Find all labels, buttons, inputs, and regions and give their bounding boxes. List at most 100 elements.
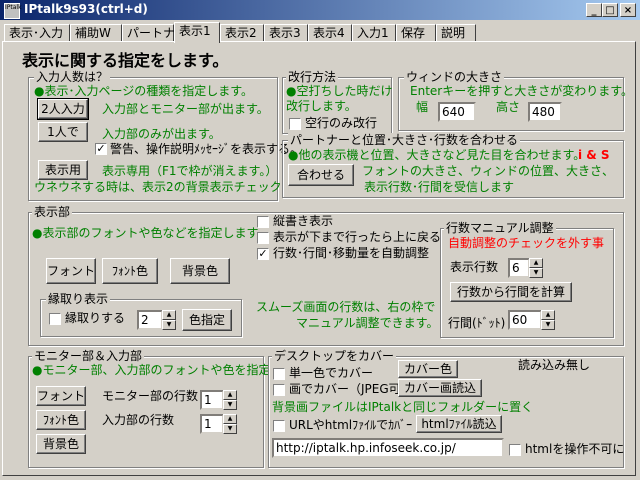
calc-spacing-button[interactable]: 行数から行間を計算 [450,282,572,302]
window-size-desc: Enterキーを押すと大きさが変わります。 [410,84,634,98]
input-lines-spinner[interactable]: ▲ ▼ [223,414,237,434]
display-font-color-button[interactable]: ﾌｫﾝﾄ色 [102,258,158,284]
tab-save[interactable]: 保存 [396,24,436,42]
desktop-cover-title: デスクトップをカバー [272,349,397,363]
two-input-button[interactable]: 2人入力 [37,98,89,120]
spacing-label: 行間(ﾄﾞｯﾄ) [448,316,506,330]
input-lines-input[interactable] [200,414,224,434]
page-title: 表示に関する指定をします。 [22,51,229,70]
wrap-top-checkbox[interactable] [257,232,269,244]
bg-file-note: 背景画ファイルはIPtalkと同じフォルダーに置く [272,400,534,414]
blank-line-checkbox[interactable] [289,118,301,130]
width-input[interactable] [438,102,476,122]
maximize-button[interactable]: □ [602,3,618,17]
close-button[interactable]: × [620,3,636,17]
tab-strip: 表示･入力 補助W パートナー 表示1 表示2 表示3 表示4 入力1 保存 説… [2,22,638,43]
outline-title: 縁取り表示 [46,292,111,306]
title-bar: IPtalk IPtalk9s93(ctrl+d) _ □ × [0,0,640,20]
tab-display2[interactable]: 表示2 [220,24,264,42]
display-only-button[interactable]: 表示用 [38,160,88,180]
monitor-font-button[interactable]: フォント [36,386,86,406]
mono-cover-label: 単一色でカバー [289,366,374,380]
html-file-load-button[interactable]: htmlﾌｧｲﾙ読込 [416,415,502,433]
partner-desc: ●他の表示機と位置、大きさなど見た目を合わせます。 [288,148,586,162]
mono-cover-checkbox[interactable] [273,368,285,380]
display-only-desc: 表示専用（F1で枠が消えます。） [102,164,278,178]
wrap-method-title: 改行方法 [286,70,339,84]
smooth-note-1: スムーズ画面の行数は、右の枠で [256,300,436,314]
outline-checkbox[interactable] [49,313,61,325]
outline-color-button[interactable]: 色指定 [182,309,232,331]
manual-adjust-warning: 自動調整のチェックを外す事 [448,236,605,250]
warn-label: 警告、操作説明ﾒｯｾｰｼﾞを表示する。 [110,142,303,156]
height-input[interactable] [528,102,562,122]
tab-partner[interactable]: パートナー [122,24,187,42]
tab-assist-w[interactable]: 補助W [70,24,122,42]
spacing-spinner[interactable]: ▲ ▼ [541,310,555,330]
partner-desc-2: フォントの大きさ、ウィンドの位置、大きさ、 [362,164,615,178]
match-button[interactable]: 合わせる [288,164,354,186]
input-lines-label: 入力部の行数 [102,413,175,427]
tab-display-input[interactable]: 表示･入力 [4,24,70,42]
tab-display1[interactable]: 表示1 [174,22,220,43]
window-size-title: ウィンドの大きさ [404,70,505,84]
vertical-checkbox[interactable] [257,216,269,228]
wrap-desc-1: ●空打ちした時だけ [286,84,393,98]
auto-adjust-checkbox[interactable]: ✓ [257,248,269,260]
input-count-desc: ●表示･入力ページの種類を指定します。 [34,84,254,98]
app-icon: IPtalk [4,3,22,19]
monitor-lines-spinner[interactable]: ▲ ▼ [223,390,237,410]
width-label: 幅 [416,100,429,114]
url-cover-checkbox[interactable] [273,420,285,432]
one-input-button[interactable]: 1人で [38,122,88,142]
window-title: IPtalk9s93(ctrl+d) [24,2,148,16]
vertical-label: 縦書き表示 [273,214,334,228]
lines-input[interactable] [508,258,530,278]
cover-image-button[interactable]: カバー画読込 [398,379,482,397]
wrap-desc-2: 改行します。 [286,99,357,113]
warn-checkbox[interactable]: ✓ [95,143,107,155]
url-input[interactable] [272,438,504,458]
spacing-input[interactable] [508,310,542,330]
outline-label: 縁取りする [65,311,126,325]
monitor-bg-color-button[interactable]: 背景色 [36,434,86,454]
partner-title: パートナーと位置･大きさ･行数を合わせる [288,133,521,147]
monitor-input-desc: ●モニター部、入力部のフォントや色を指定 [32,363,271,377]
outline-spinner[interactable]: ▲ ▼ [162,310,176,330]
html-disable-checkbox[interactable] [509,444,521,456]
height-label: 高さ [496,100,521,114]
partner-tag: i & S [578,148,610,162]
monitor-lines-input[interactable] [200,390,224,410]
no-load-label: 読み込み無し [518,358,591,372]
url-cover-label: URLやhtmlﾌｧｲﾙでｶﾊﾞｰ [289,418,413,432]
display-desc: ●表示部のフォントや色などを指定します。 [32,226,270,240]
wrap-top-label: 表示が下まで行ったら上に戻る [273,230,442,244]
manual-adjust-title: 行数マニュアル調整 [444,221,556,235]
blank-line-label: 空行のみ改行 [305,116,378,130]
tab-input1[interactable]: 入力1 [352,24,396,42]
outline-width-input[interactable] [137,310,163,330]
monitor-font-color-button[interactable]: ﾌｫﾝﾄ色 [36,410,86,430]
tab-display3[interactable]: 表示3 [264,24,308,42]
lines-label: 表示行数 [450,260,499,274]
cover-color-button[interactable]: カバー色 [398,360,458,378]
two-input-desc: 入力部とモニター部が出ます。 [102,102,269,116]
tab-display4[interactable]: 表示4 [308,24,352,42]
wavy-note: ウネウネする時は、表示2の背景表示チェック [34,180,282,194]
monitor-lines-label: モニター部の行数 [102,389,199,403]
image-cover-label: 画でカバー（JPEG可） [289,382,413,396]
html-disable-label: htmlを操作不可に [525,442,625,456]
lines-spinner[interactable]: ▲ ▼ [529,258,543,278]
display-font-button[interactable]: フォント [46,258,96,284]
input-count-title: 入力人数は？ [34,70,111,84]
image-cover-checkbox[interactable] [273,384,285,396]
display-title: 表示部 [32,205,73,219]
tab-help[interactable]: 説明 [436,24,476,42]
smooth-note-2: マニュアル調整できます。 [296,316,439,330]
display-bg-color-button[interactable]: 背景色 [170,258,230,284]
monitor-input-title: モニター部＆入力部 [32,349,145,363]
minimize-button[interactable]: _ [586,3,602,17]
auto-adjust-label: 行数･行間･移動量を自動調整 [273,246,430,260]
one-input-desc: 入力部のみが出ます。 [102,127,221,141]
partner-desc-3: 表示行数･行間を受信します [364,180,515,194]
